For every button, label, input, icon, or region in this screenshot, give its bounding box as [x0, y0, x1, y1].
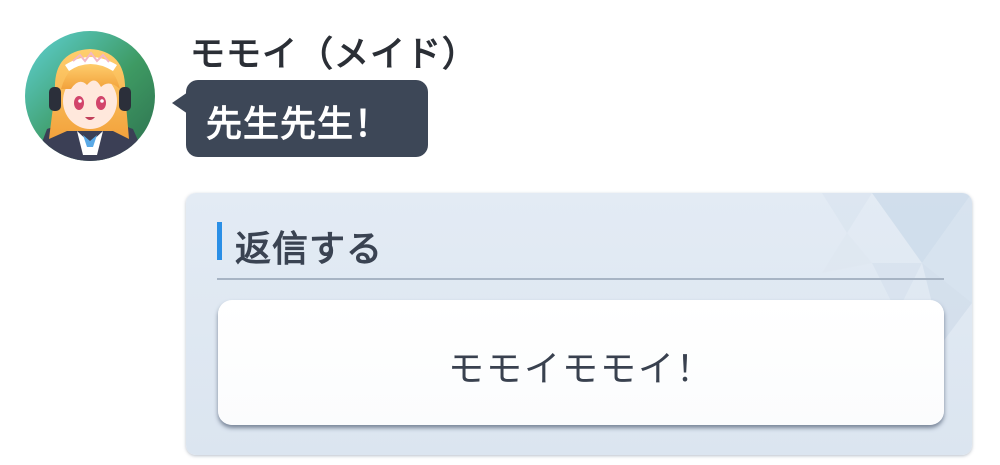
character-portrait-icon [25, 31, 155, 161]
reply-divider [217, 278, 944, 280]
reply-option-label: モモイモモイ！ [447, 349, 714, 390]
chat-screen: モモイ（メイド） 先生先生！ 返信する モモイモモイ！ [0, 0, 1000, 465]
reply-title: 返信する [235, 229, 384, 270]
reply-option-button[interactable]: モモイモモイ！ [218, 300, 944, 425]
avatar[interactable] [25, 31, 155, 161]
sender-name: モモイ（メイド） [190, 35, 479, 75]
reply-title-accent [217, 222, 222, 260]
message-text: 先生先生！ [206, 104, 392, 145]
